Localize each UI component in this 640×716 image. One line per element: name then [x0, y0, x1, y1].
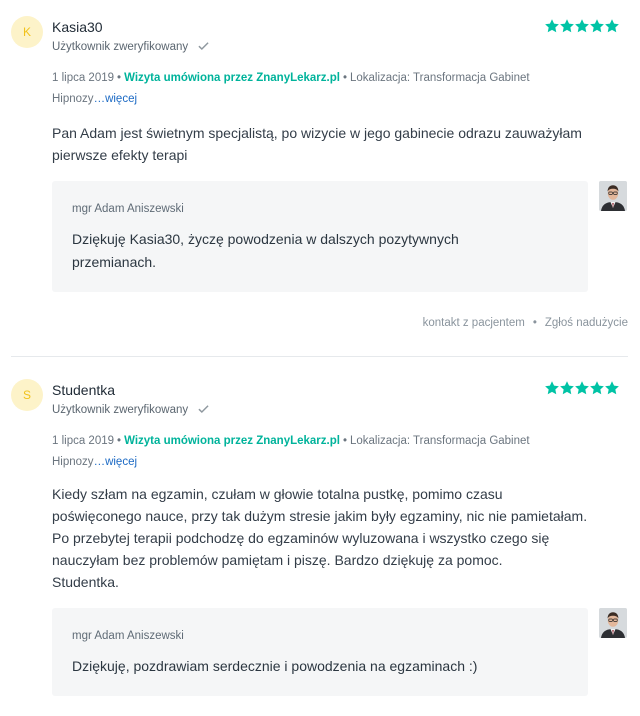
reply-text-line: Dziękuję, pozdrawiam serdecznie i powodz… — [72, 658, 478, 674]
doctor-photo — [599, 181, 627, 211]
review-meta: 1 lipca 2019 • Wizyta umówiona przez Znany… — [52, 431, 572, 473]
star-icon — [545, 19, 559, 33]
review-meta: 1 lipca 2019 • Wizyta umówiona przez Znany… — [52, 68, 572, 110]
review-card: K Kasia30 Użytkownik zweryfikowany 1 lip… — [0, 0, 640, 358]
star-icon — [575, 381, 589, 395]
check-icon — [198, 42, 209, 51]
reviewer-name: Kasia30 — [52, 19, 103, 35]
review-text-line: poświęconego nauce, przy tak dużym stres… — [52, 508, 588, 524]
review-actions: kontakt z pacjentem • Zgłoś nadużycie — [423, 317, 628, 329]
review-text-line: Kiedy szłam na egzamin, czułam w głowie … — [52, 486, 503, 502]
star-icon — [605, 19, 619, 33]
doctor-reply: mgr Adam Aniszewski Dziękuję, pozdrawiam… — [52, 608, 588, 696]
reply-text-line: przemianach. — [72, 254, 157, 270]
verified-text: Użytkownik zweryfikowany — [52, 404, 189, 416]
star-icon — [560, 19, 574, 33]
reply-author: mgr Adam Aniszewski — [72, 203, 184, 215]
review-date: 1 lipca 2019 — [52, 435, 115, 447]
location-text-cont: Hipnozy — [52, 93, 94, 105]
review-text-line: nauczyłam bez problemów pamiętam i piszę… — [52, 552, 503, 568]
bullet-separator: • — [532, 317, 537, 329]
visit-source-link[interactable]: Wizyta umówiona przez ZnanyLekarz.pl — [124, 435, 340, 447]
report-abuse-link[interactable]: Zgłoś nadużycie — [545, 317, 628, 329]
avatar: K — [11, 16, 43, 48]
star-icon — [545, 381, 559, 395]
check-icon — [198, 405, 209, 414]
visit-source-link[interactable]: Wizyta umówiona przez ZnanyLekarz.pl — [124, 72, 340, 84]
contact-patient-link[interactable]: kontakt z pacjentem — [423, 317, 525, 329]
bullet-separator: • — [342, 72, 347, 84]
bullet-separator: • — [342, 435, 347, 447]
review-text: Pan Adam jest świetnym specjalistą, po w… — [52, 122, 632, 166]
location-text: Lokalizacja: Transformacja Gabinet — [349, 435, 530, 447]
doctor-reply: mgr Adam Aniszewski Dziękuję Kasia30, ży… — [52, 181, 588, 292]
review-text-line: pierwsze efekty terapi — [52, 147, 188, 163]
reply-text: Dziękuję, pozdrawiam serdecznie i powodz… — [72, 655, 542, 678]
location-text: Lokalizacja: Transformacja Gabinet — [349, 72, 530, 84]
review-text-line: Studentka. — [52, 574, 119, 590]
review-date: 1 lipca 2019 — [52, 72, 115, 84]
star-icon — [560, 381, 574, 395]
review-text-line: Po przebytej terapii podchodzę do egzami… — [52, 530, 550, 546]
star-icon — [605, 381, 619, 395]
rating-stars — [544, 18, 619, 34]
bullet-separator: • — [117, 435, 122, 447]
rating-stars — [544, 380, 619, 396]
star-icon — [590, 19, 604, 33]
location-text-cont: Hipnozy — [52, 456, 94, 468]
star-icon — [575, 19, 589, 33]
review-text: Kiedy szłam na egzamin, czułam w głowie … — [52, 483, 632, 593]
avatar: S — [11, 379, 43, 411]
more-link[interactable]: …więcej — [94, 456, 137, 468]
verified-label: Użytkownik zweryfikowany — [52, 41, 209, 53]
review-divider — [11, 356, 628, 357]
bullet-separator: • — [117, 72, 122, 84]
doctor-photo — [599, 608, 627, 638]
review-card: S Studentka Użytkownik zweryfikowany 1 l… — [0, 358, 640, 716]
more-link[interactable]: …więcej — [94, 93, 137, 105]
review-text-line: Pan Adam jest świetnym specjalistą, po w… — [52, 125, 582, 141]
verified-text: Użytkownik zweryfikowany — [52, 41, 189, 53]
reply-author: mgr Adam Aniszewski — [72, 630, 184, 642]
reply-text-line: Dziękuję Kasia30, życzę powodzenia w dal… — [72, 231, 459, 247]
reviewer-name: Studentka — [52, 382, 116, 398]
reply-text: Dziękuję Kasia30, życzę powodzenia w dal… — [72, 228, 542, 274]
verified-label: Użytkownik zweryfikowany — [52, 404, 209, 416]
star-icon — [590, 381, 604, 395]
